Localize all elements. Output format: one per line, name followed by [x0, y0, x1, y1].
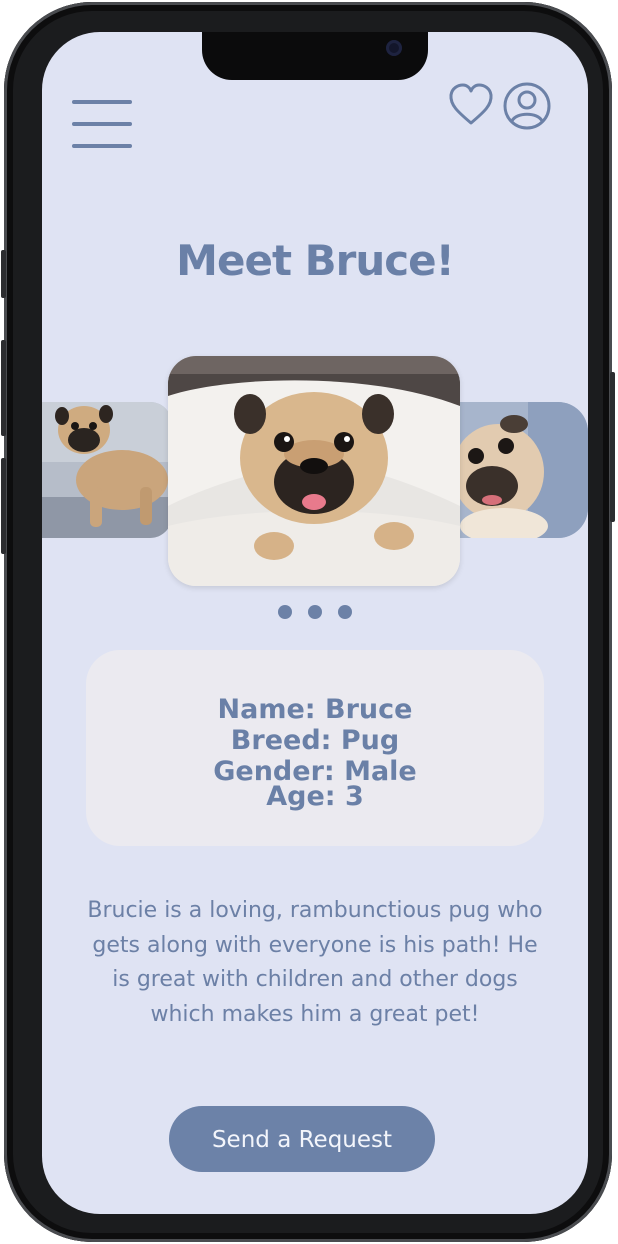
heart-icon[interactable] — [448, 82, 494, 128]
pet-info-card: Name: Bruce Breed: Pug Gender: Male Age:… — [86, 650, 544, 846]
user-profile-icon[interactable] — [502, 82, 552, 130]
carousel-dot[interactable] — [278, 605, 292, 619]
carousel-dot[interactable] — [308, 605, 322, 619]
menu-line — [72, 122, 132, 126]
device-notch — [202, 32, 428, 80]
carousel-dot[interactable] — [338, 605, 352, 619]
silent-switch — [1, 250, 6, 298]
pet-age: Age: 3 — [266, 781, 364, 812]
pug-standing-photo[interactable] — [42, 402, 172, 538]
pet-breed: Breed: Pug — [230, 725, 400, 756]
power-button — [610, 372, 615, 522]
pug-closeup-photo[interactable] — [458, 402, 588, 538]
pug-under-blanket-photo[interactable] — [168, 356, 460, 586]
pet-name: Name: Bruce — [217, 694, 413, 725]
carousel-indicators — [42, 604, 588, 623]
app-screen: Meet Bruce! Name: Bruce Breed: Pug Gende… — [42, 32, 588, 1214]
hamburger-menu-icon[interactable] — [72, 100, 132, 150]
pet-description: Brucie is a loving, rambunctious pug who… — [87, 898, 543, 1027]
camera-icon — [386, 40, 402, 56]
pet-info-list: Name: Bruce Breed: Pug Gender: Male Age:… — [86, 694, 544, 812]
send-request-button[interactable]: Send a Request — [169, 1106, 435, 1172]
phone-frame: Meet Bruce! Name: Bruce Breed: Pug Gende… — [1, 2, 615, 1242]
page-title: Meet Bruce! — [176, 236, 455, 285]
menu-line — [72, 144, 132, 148]
volume-up-button — [1, 340, 6, 436]
menu-line — [72, 100, 132, 104]
volume-down-button — [1, 458, 6, 554]
